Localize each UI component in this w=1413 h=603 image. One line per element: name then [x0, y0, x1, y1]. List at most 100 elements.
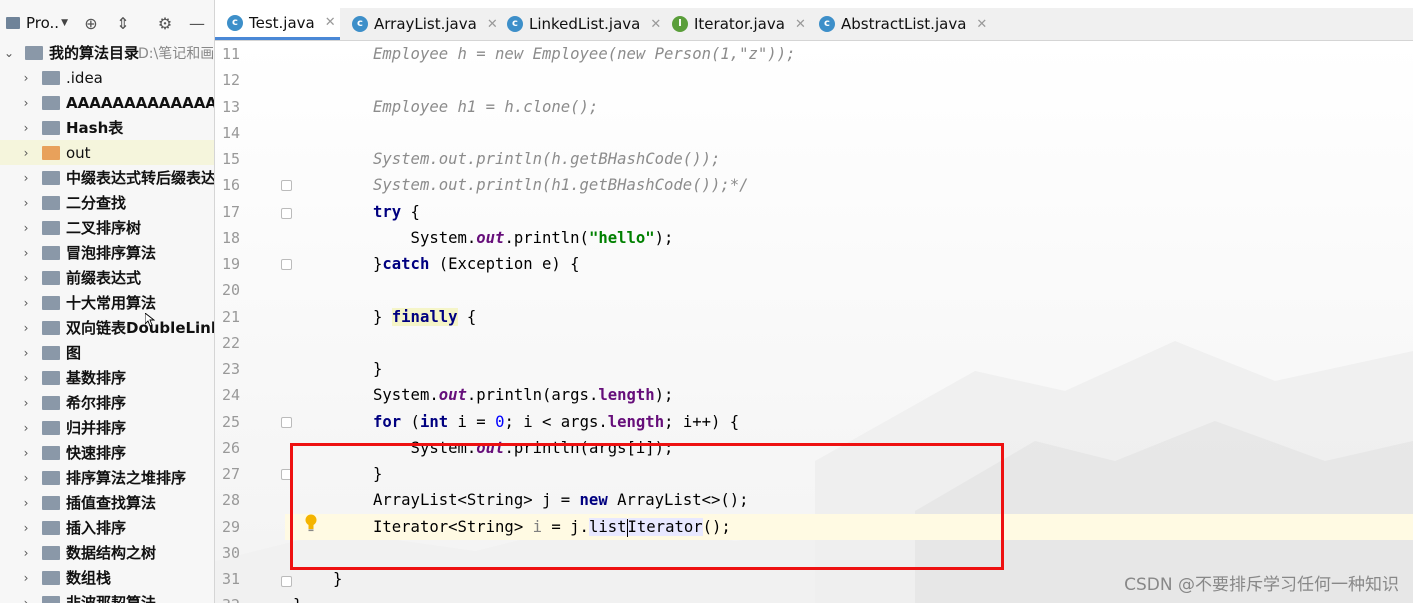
mouse-cursor-icon — [145, 313, 155, 327]
tree-item-label: 十大常用算法 — [66, 294, 157, 312]
chevron-right-icon[interactable]: › — [20, 321, 32, 335]
locate-target-icon[interactable]: ⊕ — [82, 15, 100, 33]
folder-icon — [42, 570, 60, 585]
collapse-all-icon[interactable]: ⇕ — [114, 15, 132, 33]
chevron-right-icon[interactable]: › — [20, 271, 32, 285]
chevron-right-icon[interactable]: › — [20, 246, 32, 260]
tree-item-label: 快速排序 — [66, 444, 127, 462]
code-line-19: }catch (Exception e) { — [373, 255, 580, 273]
chevron-right-icon[interactable]: › — [20, 496, 32, 510]
chevron-right-icon[interactable]: › — [20, 346, 32, 360]
project-icon — [6, 17, 20, 29]
chevron-right-icon[interactable]: › — [20, 471, 32, 485]
tab-abstractlist-java[interactable]: c AbstractList.java ✕ — [807, 8, 987, 40]
folder-icon — [42, 320, 60, 335]
chevron-right-icon[interactable]: › — [20, 521, 32, 535]
tree-item[interactable]: › 前缀表达式 — [0, 265, 214, 290]
tree-item[interactable]: › 图 — [0, 340, 214, 365]
fold-marker-icon[interactable] — [281, 576, 292, 587]
tree-item-label: 中缀表达式转后缀表达 — [66, 169, 215, 187]
folder-icon — [42, 545, 60, 560]
tree-item-label: 排序算法之堆排序 — [66, 469, 187, 487]
folder-icon — [42, 345, 60, 360]
chevron-right-icon[interactable]: › — [20, 171, 32, 185]
fold-marker-icon[interactable] — [281, 180, 292, 191]
code-line-15: System.out.println(h.getBHashCode()); — [373, 150, 721, 168]
project-view-label: Pro.. — [26, 14, 60, 32]
chevron-right-icon[interactable]: › — [20, 146, 32, 160]
hide-panel-icon[interactable]: — — [188, 15, 206, 33]
chevron-right-icon[interactable]: › — [20, 96, 32, 110]
close-icon[interactable]: ✕ — [325, 15, 336, 30]
fold-marker-icon[interactable] — [281, 417, 292, 428]
chevron-down-icon[interactable]: ⌄ — [3, 46, 15, 60]
tree-item[interactable]: › AAAAAAAAAAAAA — [0, 90, 214, 115]
code-line-23: } — [373, 360, 383, 378]
tab-linkedlist-java[interactable]: c LinkedList.java ✕ — [495, 8, 661, 40]
fold-marker-icon[interactable] — [281, 259, 292, 270]
code-line-11: Employee h = new Employee(new Person(1,"… — [373, 45, 796, 63]
chevron-right-icon[interactable]: › — [20, 421, 32, 435]
chevron-right-icon[interactable]: › — [20, 396, 32, 410]
tree-item[interactable]: › 数组栈 — [0, 565, 214, 590]
tree-item[interactable]: › 双向链表DoubleLinke — [0, 315, 214, 340]
line-number: 13 — [222, 98, 241, 116]
close-icon[interactable]: ✕ — [795, 17, 806, 32]
tree-item[interactable]: › 冒泡排序算法 — [0, 240, 214, 265]
line-number: 25 — [222, 413, 241, 431]
tree-item[interactable]: › 基数排序 — [0, 365, 214, 390]
fold-marker-icon[interactable] — [281, 208, 292, 219]
chevron-right-icon[interactable]: › — [20, 596, 32, 603]
chevron-right-icon[interactable]: › — [20, 446, 32, 460]
chevron-right-icon[interactable]: › — [20, 221, 32, 235]
tree-item[interactable]: › 十大常用算法 — [0, 290, 214, 315]
line-number: 18 — [222, 229, 241, 247]
chevron-right-icon[interactable]: › — [20, 121, 32, 135]
project-toolbar: Pro.. ▼ ⊕ ⇕ ⚙ — — [0, 8, 214, 40]
tree-item[interactable]: › 二叉排序树 — [0, 215, 214, 240]
tree-item[interactable]: › Hash表 — [0, 115, 214, 140]
line-number: 19 — [222, 255, 241, 273]
tree-item[interactable]: › 插值查找算法 — [0, 490, 214, 515]
chevron-right-icon[interactable]: › — [20, 196, 32, 210]
tree-item[interactable]: › 非波那契算法 — [0, 590, 214, 603]
chevron-right-icon[interactable]: › — [20, 546, 32, 560]
tree-item[interactable]: › 二分查找 — [0, 190, 214, 215]
tree-item[interactable]: › 插入排序 — [0, 515, 214, 540]
gear-icon[interactable]: ⚙ — [156, 15, 174, 33]
annotation-highlight-box — [290, 443, 1004, 570]
line-number: 16 — [222, 176, 241, 194]
tree-item[interactable]: › 快速排序 — [0, 440, 214, 465]
tree-item[interactable]: › .idea — [0, 65, 214, 90]
tab-label: LinkedList.java — [529, 15, 641, 33]
chevron-right-icon[interactable]: › — [20, 296, 32, 310]
tree-item[interactable]: ⌄ 我的算法目录 D:\笔记和画 — [0, 40, 214, 65]
java-class-icon: c — [352, 16, 368, 32]
line-number: 22 — [222, 334, 241, 352]
editor-tab-bar: c Test.java ✕ c ArrayList.java ✕ c Linke… — [215, 8, 1413, 41]
chevron-right-icon[interactable]: › — [20, 71, 32, 85]
line-number: 15 — [222, 150, 241, 168]
tree-item-label: 希尔排序 — [66, 394, 127, 412]
tab-label: AbstractList.java — [841, 15, 967, 33]
code-line-17: try { — [373, 203, 420, 221]
chevron-down-icon: ▼ — [61, 18, 68, 28]
tab-arraylist-java[interactable]: c ArrayList.java ✕ — [340, 8, 498, 40]
tab-iterator-java[interactable]: I Iterator.java ✕ — [660, 8, 806, 40]
chevron-right-icon[interactable]: › — [20, 371, 32, 385]
tree-item-label: 二叉排序树 — [66, 219, 142, 237]
tree-item[interactable]: › 数据结构之树 — [0, 540, 214, 565]
folder-icon — [42, 245, 60, 260]
folder-icon — [42, 520, 60, 535]
tree-item[interactable]: › 希尔排序 — [0, 390, 214, 415]
chevron-right-icon[interactable]: › — [20, 571, 32, 585]
line-number: 11 — [222, 45, 241, 63]
tree-item[interactable]: › 归并排序 — [0, 415, 214, 440]
code-line-32: } — [293, 592, 302, 603]
tab-test-java[interactable]: c Test.java ✕ — [215, 8, 340, 40]
tree-item[interactable]: › 排序算法之堆排序 — [0, 465, 214, 490]
tree-item[interactable]: › out — [0, 140, 214, 165]
tree-item[interactable]: › 中缀表达式转后缀表达 — [0, 165, 214, 190]
close-icon[interactable]: ✕ — [976, 17, 987, 32]
project-view-selector[interactable]: Pro.. ▼ — [6, 14, 68, 32]
